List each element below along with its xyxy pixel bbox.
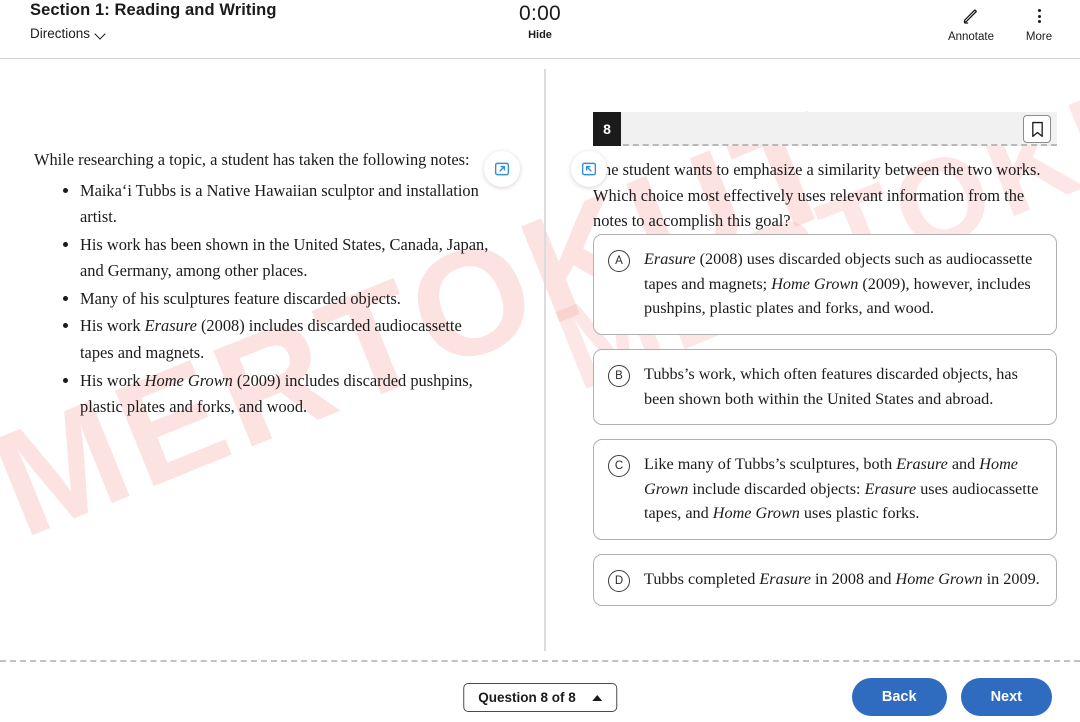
question-header-bar: 8 [593,112,1057,146]
list-item: Maika‘i Tubbs is a Native Hawaiian sculp… [80,178,494,231]
passage-pane: While researching a topic, a student has… [0,59,545,659]
choice-text-d: Tubbs completed Erasure in 2008 and Home… [644,570,1040,588]
answer-choice-d[interactable]: D Tubbs completed Erasure in 2008 and Ho… [593,554,1057,606]
annotate-button[interactable]: Annotate [948,6,994,43]
main-content: While researching a topic, a student has… [0,59,1080,659]
pencil-icon [963,9,977,24]
countdown-timer: 0:00 [518,2,562,25]
hide-timer-button[interactable]: Hide [519,29,561,41]
list-item: Many of his sculptures feature discarded… [80,286,494,313]
navigation-buttons: Back Next [851,678,1052,716]
list-item: His work Home Grown (2009) includes disc… [80,368,494,421]
passage-notes: While researching a topic, a student has… [34,147,494,422]
note-text-3: His work Erasure (2008) includes discard… [80,316,462,363]
annotate-label: Annotate [947,31,994,43]
list-item: His work Erasure (2008) includes discard… [80,313,494,366]
page-title: Section 1: Reading and Writing [30,1,277,19]
top-bar: Section 1: Reading and Writing Direction… [0,0,1080,59]
footer-bar: Question 8 of 8 Back Next [0,662,1080,722]
choice-text-a: Erasure (2008) uses discarded objects su… [644,250,1033,318]
sat-bluebook-test-screen: MERTOKUT MERTOKUT Section 1: Reading and… [0,0,1080,722]
note-text-2: Many of his sculptures feature discarded… [80,288,401,308]
notes-list: Maika‘i Tubbs is a Native Hawaiian sculp… [34,178,494,421]
expand-panel-left-icon [581,162,597,176]
back-button[interactable]: Back [851,678,947,716]
choice-text-c: Like many of Tubbs’s sculptures, both Er… [644,455,1039,523]
answer-choice-a[interactable]: A Erasure (2008) uses discarded objects … [593,234,1057,335]
top-bar-tools: Annotate More [948,6,1058,43]
choice-letter-d: D [608,570,630,592]
choice-letter-a: A [608,250,630,272]
more-label: More [1025,31,1053,43]
question-stem: The student wants to emphasize a similar… [593,160,1041,231]
list-item: His work has been shown in the United St… [80,232,494,285]
chevron-down-icon [96,30,107,37]
more-button[interactable]: More [1020,6,1058,43]
expand-left-pane-button[interactable] [484,151,520,187]
top-bar-left: Section 1: Reading and Writing Direction… [30,0,277,41]
question-picker-label: Question 8 of 8 [478,690,576,705]
next-button[interactable]: Next [960,678,1052,716]
question-pane: 8 The student wants to emphasize a simil… [545,59,1080,659]
expand-panel-right-icon [494,162,510,176]
choice-letter-b: B [608,364,630,387]
directions-label: Directions [30,26,91,41]
vertical-dots-icon [1029,6,1049,26]
pane-divider [544,69,546,651]
note-text-1: His work has been shown in the United St… [80,234,489,281]
expand-right-pane-button[interactable] [571,151,607,187]
answer-choice-b[interactable]: B Tubbs’s work, which often features dis… [593,348,1057,426]
directions-button[interactable]: Directions [30,26,107,41]
answer-choices: A Erasure (2008) uses discarded objects … [593,234,1057,620]
note-text-4: His work Home Grown (2009) includes disc… [80,370,473,417]
timer-group: 0:00 Hide [519,2,561,41]
bookmark-button[interactable] [1023,115,1051,143]
choice-letter-c: C [608,455,630,478]
bookmark-icon [1031,121,1043,137]
choice-text-b: Tubbs’s work, which often features disca… [644,364,1018,408]
question-picker-button[interactable]: Question 8 of 8 [463,683,617,712]
passage-intro: While researching a topic, a student has… [34,150,470,169]
question-number-badge: 8 [593,112,621,146]
answer-choice-c[interactable]: C Like many of Tubbs’s sculptures, both … [593,439,1057,540]
note-text-0: Maika‘i Tubbs is a Native Hawaiian sculp… [80,180,479,227]
caret-up-icon [591,694,602,701]
